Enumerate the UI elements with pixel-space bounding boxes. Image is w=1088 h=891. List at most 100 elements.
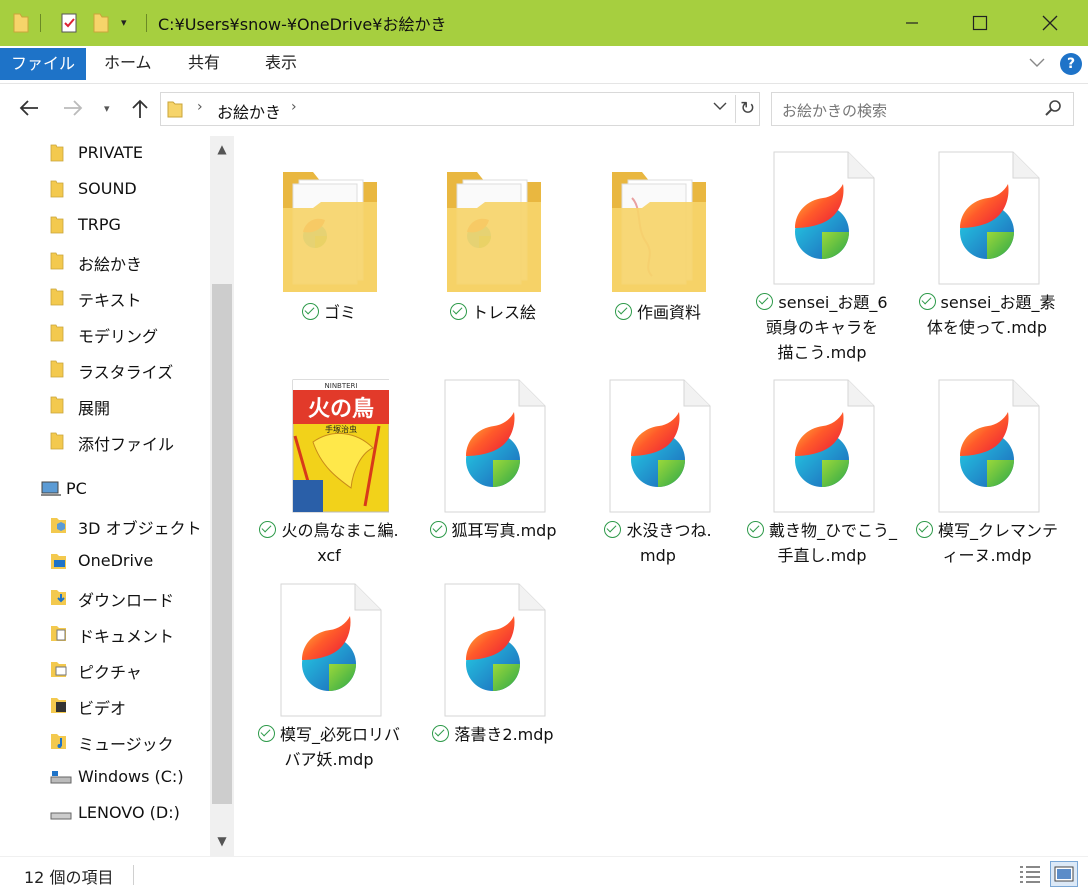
new-folder-icon[interactable] bbox=[92, 10, 110, 36]
status-separator bbox=[133, 865, 134, 885]
details-view-icon[interactable] bbox=[1018, 863, 1042, 885]
file-name: 落書き2.mdp bbox=[413, 722, 573, 747]
sidebar-item-label: ラスタライズ bbox=[78, 363, 174, 382]
breadcrumb[interactable]: お絵かき bbox=[217, 99, 281, 123]
file-item[interactable]: 狐耳写真.mdp bbox=[413, 376, 573, 576]
sidebar-item-videos[interactable]: ビデオ bbox=[0, 690, 210, 720]
folder-item[interactable]: ゴミ bbox=[249, 158, 409, 358]
image-thumbnail: 火の鳥 NINBTERI 手塚治虫 bbox=[269, 376, 390, 516]
file-item[interactable]: 水没きつね. mdp bbox=[578, 376, 738, 576]
sidebar-item-folder[interactable]: 展開 bbox=[0, 390, 210, 420]
folder-item[interactable]: 作画資料 bbox=[578, 158, 738, 358]
qat-dropdown-icon[interactable]: ▾ bbox=[121, 16, 127, 29]
file-name-text: 手直し.mdp bbox=[777, 546, 867, 565]
sidebar-item-folder[interactable]: テキスト bbox=[0, 282, 210, 312]
sidebar-item-lenovo-drive[interactable]: LENOVO (D:) bbox=[0, 798, 210, 828]
file-name-text: xcf bbox=[317, 546, 341, 565]
file-name-line: mdp bbox=[578, 543, 738, 568]
scroll-down-icon[interactable]: ▼ bbox=[210, 834, 234, 848]
medibang-file-icon bbox=[433, 580, 553, 720]
file-item[interactable]: sensei_お題_素体を使って.mdp bbox=[907, 148, 1067, 348]
sidebar-item-music[interactable]: ミュージック bbox=[0, 726, 210, 756]
file-name-line: sensei_お題_素 bbox=[907, 290, 1067, 315]
sidebar-item-folder[interactable]: お絵かき bbox=[0, 246, 210, 276]
expand-ribbon-icon[interactable] bbox=[1028, 54, 1046, 73]
address-bar[interactable]: › お絵かき › ↻ bbox=[160, 92, 760, 126]
sidebar-item-folder[interactable]: モデリング bbox=[0, 318, 210, 348]
search-icon[interactable] bbox=[1044, 99, 1062, 121]
folder-icon bbox=[433, 158, 553, 298]
file-item[interactable]: 模写_必死ロリバ バア妖.mdp bbox=[249, 580, 409, 780]
sidebar-item-folder[interactable]: ラスタライズ bbox=[0, 354, 210, 384]
medibang-file-icon bbox=[927, 376, 1047, 516]
help-button[interactable]: ? bbox=[1060, 53, 1082, 75]
file-name-text: 体を使って.mdp bbox=[926, 318, 1048, 337]
sidebar-item-folder[interactable]: SOUND bbox=[0, 174, 210, 204]
sidebar-item-label: ビデオ bbox=[78, 699, 127, 718]
file-item[interactable]: 火の鳥 NINBTERI 手塚治虫 火の鳥なまこ編. xcf bbox=[249, 376, 409, 576]
file-item[interactable]: 戴き物_ひでこう_ 手直し.mdp bbox=[742, 376, 902, 576]
sync-status-icon bbox=[756, 293, 774, 310]
sidebar-item-pc[interactable]: PC bbox=[0, 474, 210, 504]
back-button[interactable] bbox=[18, 98, 40, 123]
sidebar-item-windows-drive[interactable]: Windows (C:) bbox=[0, 762, 210, 792]
music-icon bbox=[50, 732, 68, 750]
file-name-line: トレス絵 bbox=[413, 300, 573, 325]
navigation-pane: PRIVATE SOUND TRPG お絵かきテキストモデリングラスタライズ展開添付フ… bbox=[0, 136, 236, 856]
tab-view[interactable]: 表示 bbox=[265, 46, 297, 84]
sidebar-item-3d-objects[interactable]: 3D オブジェクト bbox=[0, 510, 210, 540]
file-item[interactable]: 落書き2.mdp bbox=[413, 580, 573, 780]
scrollbar-thumb[interactable] bbox=[212, 284, 232, 804]
sidebar-item-label: 3D オブジェクト bbox=[78, 519, 202, 538]
sidebar-item-pictures[interactable]: ピクチャ bbox=[0, 654, 210, 684]
close-button[interactable] bbox=[1027, 0, 1073, 46]
maximize-button[interactable] bbox=[957, 0, 1003, 46]
refresh-button[interactable]: ↻ bbox=[735, 95, 759, 123]
recent-locations-icon[interactable]: ▾ bbox=[104, 102, 110, 115]
minimize-button[interactable] bbox=[889, 0, 935, 46]
tab-home[interactable]: ホーム bbox=[104, 46, 152, 84]
folder-icon bbox=[50, 396, 68, 414]
cover-author: 手塚治虫 bbox=[325, 424, 357, 434]
forward-button[interactable] bbox=[62, 98, 84, 123]
file-name-text: 作画資料 bbox=[636, 303, 701, 322]
chevron-right-icon[interactable]: › bbox=[291, 99, 297, 115]
tab-file[interactable]: ファイル bbox=[0, 48, 86, 80]
file-name-line: 手直し.mdp bbox=[742, 543, 902, 568]
address-dropdown-icon[interactable] bbox=[713, 99, 727, 115]
file-name-line: 落書き2.mdp bbox=[413, 722, 573, 747]
sync-status-icon bbox=[918, 293, 936, 310]
sidebar-item-label: SOUND bbox=[78, 179, 137, 198]
file-name-text: ゴミ bbox=[323, 303, 356, 322]
file-name: 水没きつね. mdp bbox=[578, 518, 738, 568]
folder-icon bbox=[50, 252, 68, 270]
up-button[interactable] bbox=[130, 98, 150, 125]
folder-item[interactable]: トレス絵 bbox=[413, 158, 573, 358]
chevron-right-icon[interactable]: › bbox=[197, 99, 203, 115]
tab-share[interactable]: 共有 bbox=[188, 46, 220, 84]
file-name-text: 描こう.mdp bbox=[777, 343, 867, 362]
sidebar-item-folder[interactable]: PRIVATE bbox=[0, 138, 210, 168]
sidebar-item-download[interactable]: ダウンロード bbox=[0, 582, 210, 612]
sidebar-item-onedrive[interactable]: OneDrive bbox=[0, 546, 210, 576]
sync-status-icon bbox=[449, 303, 467, 320]
file-name-line: 模写_クレマンテ bbox=[907, 518, 1067, 543]
sidebar-item-label: PRIVATE bbox=[78, 143, 143, 162]
large-icons-view-icon[interactable] bbox=[1050, 861, 1078, 887]
properties-icon[interactable] bbox=[60, 10, 80, 36]
scroll-up-icon[interactable]: ▲ bbox=[210, 142, 234, 156]
file-item[interactable]: sensei_お題_6 頭身のキャラを 描こう.mdp bbox=[742, 148, 902, 362]
file-name: 模写_クレマンテ ィーヌ.mdp bbox=[907, 518, 1067, 568]
sidebar-scrollbar[interactable]: ▲ ▼ bbox=[210, 136, 234, 856]
sidebar-item-documents[interactable]: ドキュメント bbox=[0, 618, 210, 648]
sidebar-item-label: LENOVO (D:) bbox=[78, 803, 180, 822]
sidebar-item-folder[interactable]: 添付ファイル bbox=[0, 426, 210, 456]
search-box[interactable]: お絵かきの検索 bbox=[771, 92, 1074, 126]
sync-status-icon bbox=[432, 725, 450, 742]
folder-icon bbox=[50, 288, 68, 306]
file-item[interactable]: 模写_クレマンテ ィーヌ.mdp bbox=[907, 376, 1067, 576]
3d-objects-icon bbox=[50, 516, 68, 534]
sidebar-item-folder[interactable]: TRPG bbox=[0, 210, 210, 240]
window-title: C:¥Users¥snow-¥OneDrive¥お絵かき bbox=[158, 15, 447, 34]
sidebar-item-label: テキスト bbox=[78, 291, 142, 310]
